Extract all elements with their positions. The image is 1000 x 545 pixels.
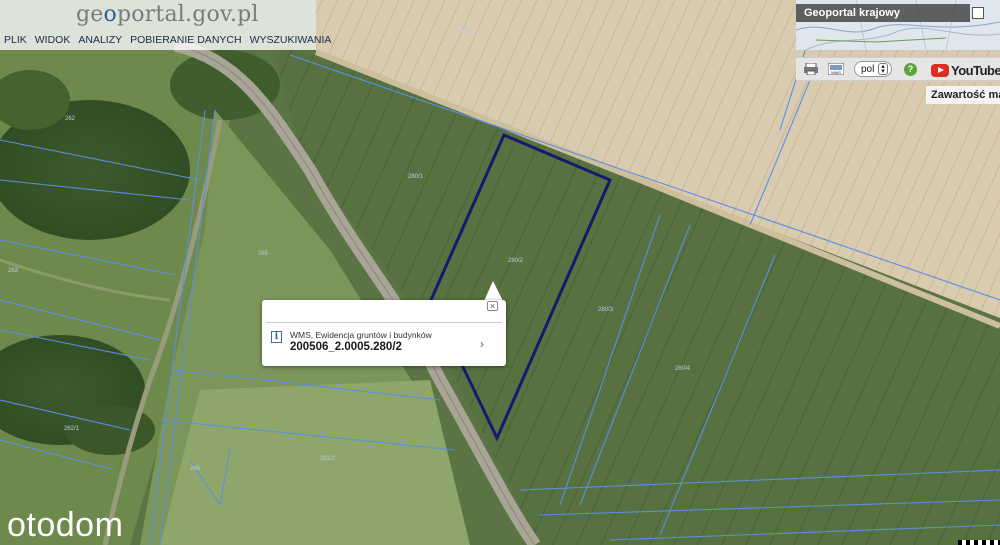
toolbar: WMS pol ▴ ▾ ? YouTube bbox=[796, 57, 1000, 81]
geoportal-logo[interactable]: geoportal.gov.pl bbox=[76, 2, 259, 27]
menu-item-analizy[interactable]: ANALIZY bbox=[74, 31, 126, 49]
orthophoto-map[interactable]: 281/1 280/1 280/2 280/3 280/4 262 262/1 … bbox=[0, 0, 1000, 545]
youtube-button[interactable]: YouTube bbox=[931, 62, 1000, 78]
popup-parcel-id[interactable]: 200506_2.0005.280/2 bbox=[290, 341, 402, 353]
parcel-label: 263 bbox=[8, 268, 19, 274]
youtube-play-icon bbox=[931, 63, 949, 77]
menu-item-plik[interactable]: PLIK bbox=[0, 31, 31, 49]
parcel-label: 280/4 bbox=[675, 366, 691, 372]
close-icon[interactable]: × bbox=[487, 301, 498, 311]
overview-map-panel[interactable]: Geoportal krajowy bbox=[796, 0, 1000, 50]
parcel-label: 266 bbox=[190, 466, 201, 472]
parcel-label: 280/2 bbox=[508, 258, 524, 264]
print-icon[interactable] bbox=[804, 63, 818, 75]
parcel-label: 280/1 bbox=[408, 174, 424, 180]
menu-item-widok[interactable]: WIDOK bbox=[31, 31, 75, 49]
feature-info-popup: × i WMS, Ewidencja gruntów i budynków 20… bbox=[262, 300, 506, 366]
parcel-label: 280/3 bbox=[598, 307, 614, 313]
popup-tail bbox=[484, 281, 503, 301]
info-icon: i bbox=[271, 331, 282, 343]
youtube-label: YouTube bbox=[951, 62, 1000, 78]
chevron-updown-icon: ▴ ▾ bbox=[878, 63, 888, 75]
wms-icon[interactable]: WMS bbox=[828, 63, 844, 75]
scale-bar bbox=[958, 540, 1000, 545]
language-value: pol bbox=[861, 64, 875, 75]
content-panel-tab[interactable]: Zawartość ma bbox=[926, 86, 1000, 104]
chevron-right-icon[interactable]: › bbox=[480, 337, 484, 351]
parcel-label: 262 bbox=[65, 116, 76, 122]
header-bar: geoportal.gov.pl PLIK WIDOK ANALIZY POBI… bbox=[0, 0, 331, 50]
otodom-watermark: otodom bbox=[7, 506, 124, 544]
menu-item-pobieranie-danych[interactable]: POBIERANIE DANYCH bbox=[126, 31, 245, 49]
svg-text:WMS: WMS bbox=[831, 70, 841, 75]
popup-layer-name: WMS, Ewidencja gruntów i budynków bbox=[290, 330, 432, 340]
parcel-label: 265 bbox=[258, 251, 269, 257]
parcel-label: 281/2 bbox=[320, 456, 336, 462]
main-menu: PLIK WIDOK ANALIZY POBIERANIE DANYCH WYS… bbox=[0, 30, 335, 50]
overview-toggle-button[interactable] bbox=[972, 7, 984, 19]
parcel-label: 281/1 bbox=[460, 29, 476, 35]
parcel-label: 262/1 bbox=[64, 426, 80, 432]
overview-title: Geoportal krajowy bbox=[796, 4, 970, 22]
help-icon[interactable]: ? bbox=[904, 63, 917, 76]
language-select[interactable]: pol ▴ ▾ bbox=[854, 61, 892, 77]
menu-item-wyszukiwania[interactable]: WYSZUKIWANIA bbox=[246, 31, 336, 49]
popup-divider bbox=[266, 322, 502, 323]
